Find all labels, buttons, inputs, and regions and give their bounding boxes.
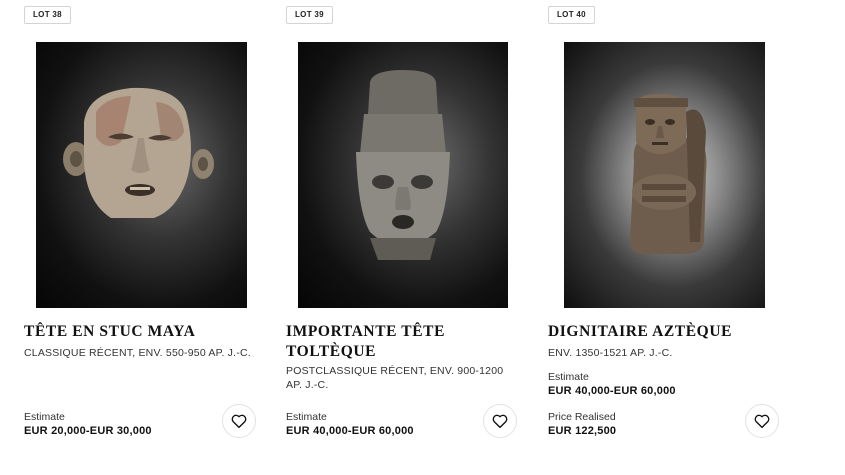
lot-subtitle: CLASSIQUE RÉCENT, ENV. 550-950 AP. J.-C. <box>24 347 251 359</box>
estimate-value: EUR 20,000-EUR 30,000 <box>24 425 152 437</box>
lot-subtitle: POSTCLASSIQUE RÉCENT, ENV. 900-1200 AP. … <box>286 365 504 391</box>
lot-card[interactable]: LOT 40 DIGNITAIRE AZTÈQUE ENV. 1350-1521… <box>548 0 788 475</box>
maya-stucco-head-photo <box>63 87 214 218</box>
lot-image-maya-head[interactable] <box>36 42 247 308</box>
heart-outline-icon <box>754 414 770 429</box>
lot-title[interactable]: DIGNITAIRE AZTÈQUE <box>548 322 778 342</box>
lot-number-badge: LOT 39 <box>286 6 333 24</box>
lot-number-badge: LOT 40 <box>548 6 595 24</box>
aztec-seated-figure-photo <box>630 94 707 254</box>
toltec-stone-head-photo <box>356 70 450 260</box>
estimate-label: Estimate <box>24 411 65 423</box>
lot-card[interactable]: LOT 39 IMPORTANTE TÊTE TOLTÈQUE POSTCLAS… <box>286 0 526 475</box>
estimate-value: EUR 40,000-EUR 60,000 <box>548 385 676 397</box>
price-realised-block: Price Realised EUR 122,500 <box>548 411 616 438</box>
price-realised-value: EUR 122,500 <box>548 425 617 437</box>
estimate-label: Estimate <box>548 371 589 383</box>
estimate-block: Estimate EUR 40,000-EUR 60,000 <box>548 371 676 398</box>
estimate-block: Estimate EUR 20,000-EUR 30,000 <box>24 411 152 438</box>
estimate-label: Estimate <box>286 411 327 423</box>
lot-title[interactable]: TÊTE EN STUC MAYA <box>24 322 254 342</box>
lot-image-aztec-dignitary[interactable] <box>564 42 765 308</box>
lot-card[interactable]: LOT 38 TÊTE EN STUC MAYA CLASSIQUE RÉCEN… <box>24 0 264 475</box>
heart-outline-icon <box>231 414 247 429</box>
lot-title[interactable]: IMPORTANTE TÊTE TOLTÈQUE <box>286 322 486 362</box>
price-realised-label: Price Realised <box>548 411 616 423</box>
favorite-button[interactable] <box>483 404 517 438</box>
favorite-button[interactable] <box>222 404 256 438</box>
estimate-block: Estimate EUR 40,000-EUR 60,000 <box>286 411 414 438</box>
favorite-button[interactable] <box>745 404 779 438</box>
lot-subtitle: ENV. 1350-1521 AP. J.-C. <box>548 347 673 359</box>
heart-outline-icon <box>492 414 508 429</box>
lot-number-badge: LOT 38 <box>24 6 71 24</box>
lot-image-toltec-head[interactable] <box>298 42 508 308</box>
estimate-value: EUR 40,000-EUR 60,000 <box>286 425 414 437</box>
